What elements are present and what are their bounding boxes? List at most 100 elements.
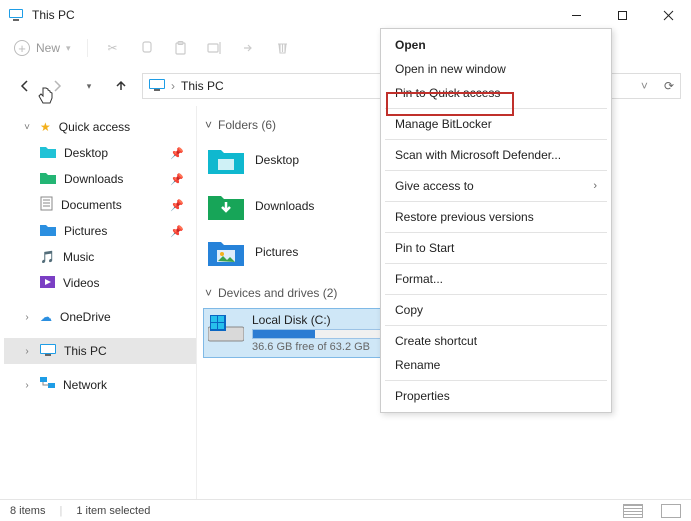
forward-button[interactable] [46,75,68,97]
chevron-right-icon: › [22,312,32,323]
folder-icon [40,145,56,161]
rename-icon[interactable] [206,39,224,57]
folder-label: Downloads [255,199,314,213]
folder-icon [40,171,56,187]
sidebar-item-label: OneDrive [60,310,111,324]
separator [385,170,607,171]
back-button[interactable] [14,75,36,97]
refresh-icon[interactable]: ⟳ [664,79,674,93]
drive-local-c[interactable]: Local Disk (C:) 36.6 GB free of 63.2 GB [203,308,407,358]
music-icon: 🎵 [40,250,55,264]
chevron-right-icon: › [593,180,597,192]
drive-icon [208,313,244,347]
separator [385,380,607,381]
separator [385,294,607,295]
separator [385,108,607,109]
chevron-down-icon: ˅ [205,118,212,132]
sidebar-item-downloads[interactable]: Downloads 📌 [4,166,196,192]
maximize-button[interactable] [599,0,645,30]
ctx-give-access-to[interactable]: Give access to› [381,174,611,198]
folder-icon [207,145,245,175]
recent-dropdown[interactable]: ▾ [78,75,100,97]
window-title: This PC [32,8,75,22]
chevron-right-icon: › [22,346,32,357]
ctx-restore-versions[interactable]: Restore previous versions [381,205,611,229]
folder-icon [207,237,245,267]
paste-icon[interactable] [172,39,190,57]
chevron-down-icon: ▾ [66,43,71,54]
star-icon: ★ [40,120,51,134]
pin-icon: 📌 [170,225,184,238]
sidebar-quick-access[interactable]: ˅ ★ Quick access [4,114,196,140]
sidebar-item-label: Network [63,378,107,392]
sidebar-onedrive[interactable]: › ☁ OneDrive [4,304,196,330]
share-icon[interactable] [240,39,258,57]
chevron-right-icon: › [22,380,32,391]
chevron-down-icon: ˅ [205,286,212,300]
chevron-down-icon[interactable]: ˅ [641,79,648,93]
sidebar-item-documents[interactable]: Documents 📌 [4,192,196,218]
ctx-rename[interactable]: Rename [381,353,611,377]
copy-icon[interactable] [138,39,156,57]
sidebar-item-label: This PC [64,344,107,358]
ctx-manage-bitlocker[interactable]: Manage BitLocker [381,112,611,136]
sidebar-item-label: Documents [61,198,122,212]
this-pc-icon [8,7,24,23]
ctx-format[interactable]: Format... [381,267,611,291]
delete-icon[interactable] [274,39,292,57]
up-button[interactable] [110,75,132,97]
details-view-button[interactable] [623,504,643,518]
folder-icon [40,223,56,239]
this-pc-icon [40,344,56,359]
folder-label: Desktop [255,153,299,167]
ctx-create-shortcut[interactable]: Create shortcut [381,329,611,353]
ctx-scan-defender[interactable]: Scan with Microsoft Defender... [381,143,611,167]
sidebar-network[interactable]: › Network [4,372,196,398]
pin-icon: 📌 [170,173,184,186]
folder-label: Pictures [255,245,298,259]
context-menu: Open Open in new window Pin to Quick acc… [380,28,612,413]
plus-icon: + [14,40,30,56]
title-bar: This PC [0,0,691,30]
video-icon [40,276,55,291]
new-label: New [36,41,60,55]
breadcrumb[interactable]: This PC [181,79,224,93]
sidebar-item-label: Desktop [64,146,108,160]
network-icon [40,377,55,393]
document-icon [40,196,53,214]
ctx-open[interactable]: Open [381,33,611,57]
status-item-count: 8 items [10,505,45,517]
pin-icon: 📌 [170,199,184,212]
sidebar-this-pc[interactable]: › This PC [4,338,196,364]
separator [385,232,607,233]
folder-icon [207,191,245,221]
sidebar-item-label: Pictures [64,224,107,238]
separator [87,39,88,57]
separator [385,263,607,264]
sidebar-item-pictures[interactable]: Pictures 📌 [4,218,196,244]
ctx-pin-quick-access[interactable]: Pin to Quick access [381,81,611,105]
ctx-open-new-window[interactable]: Open in new window [381,57,611,81]
pin-icon: 📌 [170,147,184,160]
sidebar-item-music[interactable]: 🎵 Music [4,244,196,270]
ctx-pin-start[interactable]: Pin to Start [381,236,611,260]
sidebar-item-label: Videos [63,276,99,290]
sidebar-item-videos[interactable]: Videos [4,270,196,296]
new-button[interactable]: + New ▾ [14,40,71,56]
ctx-properties[interactable]: Properties [381,384,611,408]
sidebar-item-label: Downloads [64,172,123,186]
cloud-icon: ☁ [40,310,52,324]
tiles-view-button[interactable] [661,504,681,518]
sidebar-item-label: Music [63,250,94,264]
separator [385,201,607,202]
this-pc-icon [149,79,165,94]
cut-icon[interactable]: ✂ [104,39,122,57]
chevron-down-icon: ˅ [22,122,32,133]
sidebar-item-label: Quick access [59,120,130,134]
sidebar-item-desktop[interactable]: Desktop 📌 [4,140,196,166]
minimize-button[interactable] [553,0,599,30]
chevron-right-icon: › [171,79,175,93]
close-button[interactable] [645,0,691,30]
separator [385,325,607,326]
ctx-copy[interactable]: Copy [381,298,611,322]
